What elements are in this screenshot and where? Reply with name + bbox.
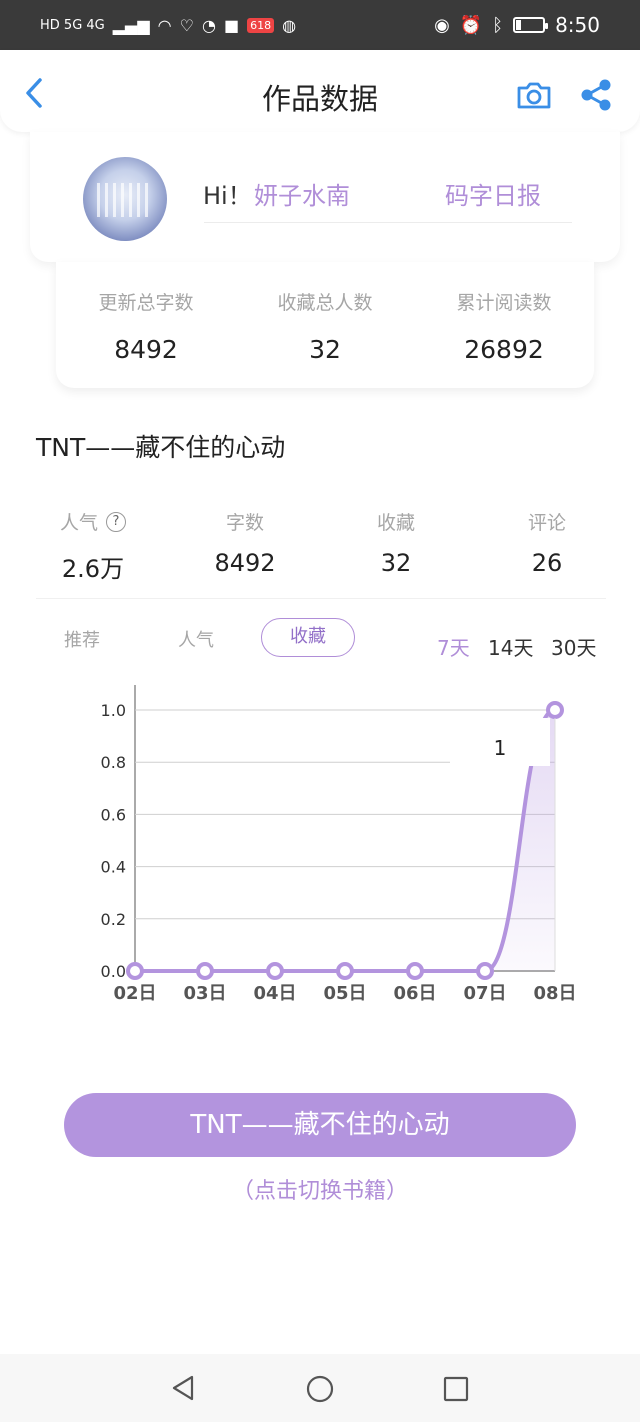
- y-tick-label: 0.4: [101, 858, 126, 877]
- metric-value: 26: [531, 549, 563, 577]
- heart-icon: ♡: [179, 15, 194, 35]
- metric-label: 评论: [527, 512, 566, 534]
- data-point[interactable]: [406, 962, 424, 980]
- metric-label: 人气: [59, 512, 98, 534]
- x-tick-label: 06日: [393, 983, 436, 1004]
- y-tick-label: 0.0: [101, 962, 126, 981]
- x-tick-label: 04日: [253, 983, 296, 1004]
- metric-words: 字数 8492: [170, 508, 320, 577]
- data-point[interactable]: [126, 962, 144, 980]
- range-14-days[interactable]: 14天: [488, 632, 533, 661]
- status-left-icons: HD 5G 4G ▂▄▆ ◠ ♡ ◔ ■ 618 ◍: [40, 16, 296, 35]
- battery-fill: [516, 20, 522, 30]
- system-nav-bar: [0, 1354, 640, 1422]
- range-30-days[interactable]: 30天: [551, 632, 596, 661]
- x-tick-label: 03日: [183, 983, 226, 1004]
- y-tick-label: 0.2: [101, 910, 126, 929]
- username[interactable]: 妍子水南: [254, 176, 350, 211]
- network-labels: HD 5G 4G: [40, 17, 105, 33]
- metric-value: 32: [380, 549, 412, 577]
- metric-label: 字数: [225, 512, 264, 534]
- alarm-icon: ⏰: [459, 14, 483, 36]
- metric-value: 8492: [214, 549, 276, 577]
- stat-label: 收藏总人数: [277, 292, 373, 314]
- camera-icon[interactable]: [516, 80, 552, 110]
- data-point[interactable]: [546, 701, 564, 719]
- metrics-divider: [36, 598, 606, 599]
- daily-report-link[interactable]: 码字日报: [445, 176, 541, 211]
- wifi-icon: ◠: [157, 15, 172, 35]
- data-point[interactable]: [196, 962, 214, 980]
- stat-value: 26892: [464, 335, 544, 364]
- total-reads: 累计阅读数 26892: [414, 288, 594, 364]
- recents-square-icon[interactable]: [442, 1375, 470, 1403]
- totals-card: 更新总字数 8492 收藏总人数 32 累计阅读数 26892: [56, 262, 594, 388]
- metric-popularity: 人气? 2.6万: [18, 508, 168, 584]
- metric-favorites: 收藏 32: [321, 508, 471, 577]
- total-favorites: 收藏总人数 32: [235, 288, 415, 364]
- metric-value: 2.6万: [61, 555, 125, 583]
- status-time: 8:50: [555, 13, 600, 37]
- app-618-icon: 618: [247, 17, 275, 33]
- profile-card: Hi！ 妍子水南 码字日报: [30, 132, 620, 262]
- book-title: TNT——藏不住的心动: [36, 433, 286, 462]
- stat-label: 累计阅读数: [456, 292, 552, 314]
- data-point[interactable]: [476, 962, 494, 980]
- help-icon[interactable]: ?: [106, 511, 126, 532]
- tab-recommend[interactable]: 推荐: [64, 626, 100, 652]
- home-circle-icon[interactable]: [305, 1374, 335, 1404]
- stat-value: 8492: [114, 335, 178, 364]
- greeting: Hi！: [203, 182, 252, 210]
- stat-value: 32: [309, 335, 341, 364]
- y-tick-label: 0.8: [101, 753, 126, 772]
- metric-comments: 评论 26: [472, 508, 622, 577]
- y-tick-label: 0.6: [101, 805, 126, 824]
- data-point[interactable]: [266, 962, 284, 980]
- metric-label: 收藏: [376, 512, 415, 534]
- status-right-icons: ◉ ⏰ ᛒ 8:50: [434, 13, 600, 37]
- battery-icon: [513, 17, 549, 33]
- wechat-icon: ◔: [201, 15, 216, 35]
- data-point[interactable]: [336, 962, 354, 980]
- y-tick-label: 1.0: [101, 701, 126, 720]
- switch-book-button[interactable]: TNT——藏不住的心动: [64, 1093, 576, 1157]
- nav-bar: 作品数据: [0, 50, 640, 132]
- switch-book-hint[interactable]: （点击切换书籍）: [0, 1173, 640, 1205]
- back-triangle-icon[interactable]: [170, 1374, 196, 1402]
- app-icon: ■: [223, 15, 240, 35]
- signal-icon: ▂▄▆: [112, 15, 150, 35]
- tab-favorites[interactable]: 收藏: [261, 618, 355, 657]
- x-tick-label: 05日: [323, 983, 366, 1004]
- x-tick-label: 02日: [113, 983, 156, 1004]
- browser-icon: ◍: [282, 15, 297, 35]
- favorites-chart: 0.00.20.40.60.81.002日 03日 04日 05日 06日 07日 08日 …: [101, 685, 577, 1004]
- tab-popularity[interactable]: 人气: [178, 626, 214, 652]
- profile-divider: [204, 222, 572, 223]
- tooltip-value: 1: [494, 736, 507, 760]
- total-words: 更新总字数 8492: [56, 288, 236, 364]
- x-tick-label: 08日: [533, 983, 576, 1004]
- stat-label: 更新总字数: [98, 292, 194, 314]
- bluetooth-icon: ᛒ: [492, 14, 504, 36]
- eye-icon: ◉: [434, 14, 450, 36]
- avatar[interactable]: [83, 157, 167, 241]
- status-bar: HD 5G 4G ▂▄▆ ◠ ♡ ◔ ■ 618 ◍ ◉ ⏰ ᛒ 8:50: [0, 0, 640, 50]
- share-icon[interactable]: [578, 78, 614, 112]
- range-7-days[interactable]: 7天: [437, 632, 470, 661]
- x-tick-label: 07日: [463, 983, 506, 1004]
